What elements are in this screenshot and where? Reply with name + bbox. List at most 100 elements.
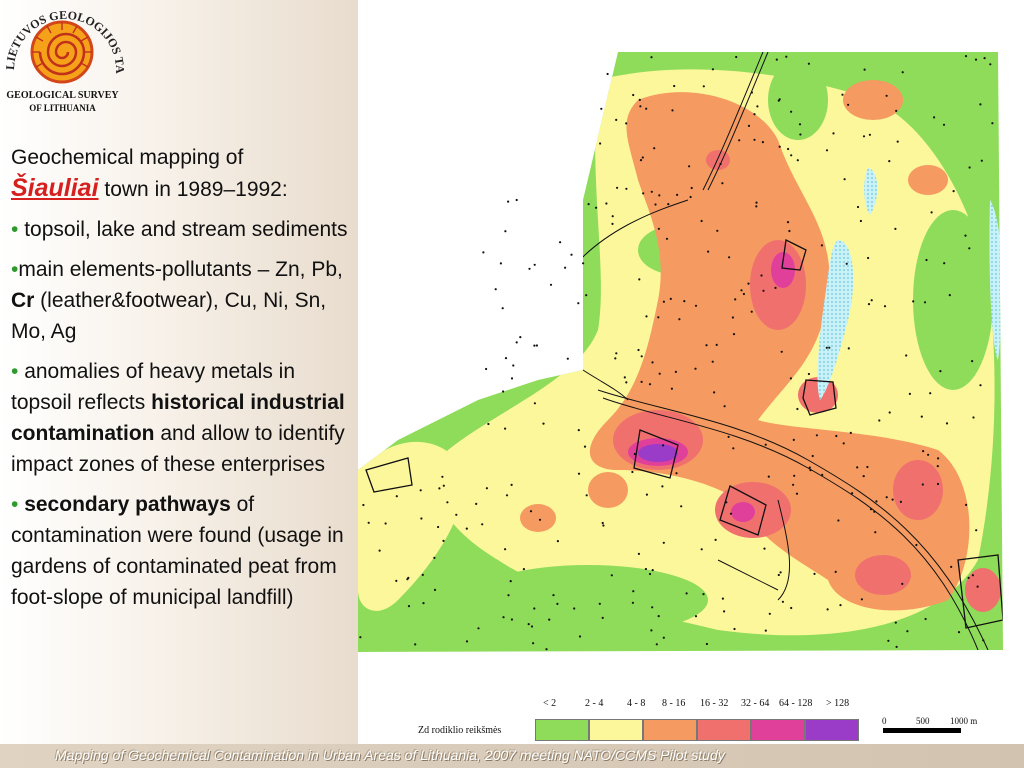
sample-point xyxy=(485,367,488,371)
sample-point xyxy=(786,221,790,224)
sample-point xyxy=(764,629,767,632)
sample-point xyxy=(639,159,643,162)
sample-point xyxy=(821,473,824,476)
sample-point xyxy=(899,500,903,503)
sample-point xyxy=(689,195,692,199)
sample-point xyxy=(885,496,888,499)
sample-point xyxy=(616,186,619,189)
sample-point xyxy=(674,370,677,373)
sample-point xyxy=(645,493,648,496)
sample-point xyxy=(542,422,545,425)
sample-point xyxy=(378,549,381,552)
sample-point xyxy=(662,300,665,303)
sample-point xyxy=(638,98,641,101)
sample-point xyxy=(573,607,576,610)
sample-point xyxy=(768,612,771,615)
sample-point xyxy=(965,503,968,506)
sample-point xyxy=(661,485,664,488)
legend-label-7: > 128 xyxy=(826,698,850,709)
sample-point xyxy=(888,411,891,414)
sample-point xyxy=(585,294,588,297)
sample-point xyxy=(843,178,846,181)
sample-point xyxy=(937,457,940,460)
sample-point xyxy=(359,636,362,639)
bullet-2: •main elements-pollutants – Zn, Pb, Cr (… xyxy=(11,254,361,347)
sample-point xyxy=(807,372,810,376)
sample-point xyxy=(700,219,703,223)
legend-label-0: < 2 xyxy=(543,698,557,709)
sample-point xyxy=(721,597,724,600)
sample-point xyxy=(979,103,982,106)
sample-point xyxy=(767,475,770,478)
sample-point xyxy=(763,547,766,550)
sample-point xyxy=(790,154,793,157)
sample-point xyxy=(631,601,634,604)
sample-point xyxy=(599,142,602,145)
sample-point xyxy=(820,244,823,247)
sample-point xyxy=(729,512,733,515)
sample-point xyxy=(680,505,683,508)
sample-point xyxy=(641,156,644,159)
sample-point xyxy=(639,105,642,108)
sample-point xyxy=(606,72,609,76)
sample-point xyxy=(895,645,898,649)
sample-point xyxy=(943,262,946,265)
sample-point xyxy=(615,118,618,121)
zone-8-32-f xyxy=(855,555,911,595)
sample-point xyxy=(577,429,580,432)
scale-label-0: 0 xyxy=(882,716,887,726)
sample-point xyxy=(837,519,840,522)
legend-swatch-1 xyxy=(589,719,643,741)
zone-4-8-north xyxy=(688,145,768,205)
description-text: Geochemical mapping of Šiauliai town in … xyxy=(11,142,361,622)
sample-point xyxy=(633,452,636,456)
sample-point xyxy=(442,539,445,543)
sample-point xyxy=(510,618,513,621)
sample-point xyxy=(556,602,559,606)
sample-point xyxy=(781,600,784,603)
zone-4-8-east xyxy=(908,165,948,195)
sample-point xyxy=(515,341,518,344)
legend-label-5: 32 - 64 xyxy=(741,698,770,709)
sample-point xyxy=(750,310,753,313)
sample-point xyxy=(867,303,871,306)
sample-point xyxy=(942,123,946,126)
sample-point xyxy=(671,109,674,112)
sample-point xyxy=(895,109,898,112)
green-patch-east xyxy=(913,210,993,390)
sample-point xyxy=(789,377,792,380)
sample-point xyxy=(982,639,985,642)
sample-point xyxy=(796,159,799,162)
sample-point xyxy=(901,582,904,586)
sample-point xyxy=(662,636,665,639)
sample-point xyxy=(873,510,876,513)
sample-point xyxy=(832,132,835,135)
sample-point xyxy=(640,380,643,383)
sample-point xyxy=(533,607,536,610)
sample-point xyxy=(623,376,626,379)
sample-point xyxy=(600,107,603,110)
sample-point xyxy=(595,206,598,209)
sample-point xyxy=(790,606,793,610)
sample-point xyxy=(662,444,665,447)
scale-bar xyxy=(883,728,961,733)
green-patch-north xyxy=(768,60,828,140)
sample-point xyxy=(611,222,614,225)
sample-point xyxy=(406,578,409,581)
sample-point xyxy=(577,302,580,305)
sample-point xyxy=(862,475,865,478)
sample-point xyxy=(777,573,780,577)
sample-point xyxy=(894,621,897,624)
sample-point xyxy=(968,247,971,250)
sample-point xyxy=(570,253,573,256)
sample-point xyxy=(793,474,796,477)
sample-point xyxy=(991,122,994,125)
bullet-4: • secondary pathways of contamination we… xyxy=(11,489,361,613)
sample-point xyxy=(512,364,515,367)
sample-point xyxy=(475,502,478,505)
sample-point xyxy=(637,348,640,352)
sample-point xyxy=(658,194,661,197)
sample-point xyxy=(615,352,618,355)
sample-point xyxy=(971,360,974,363)
scale-label-1000: 1000 m xyxy=(950,716,978,726)
